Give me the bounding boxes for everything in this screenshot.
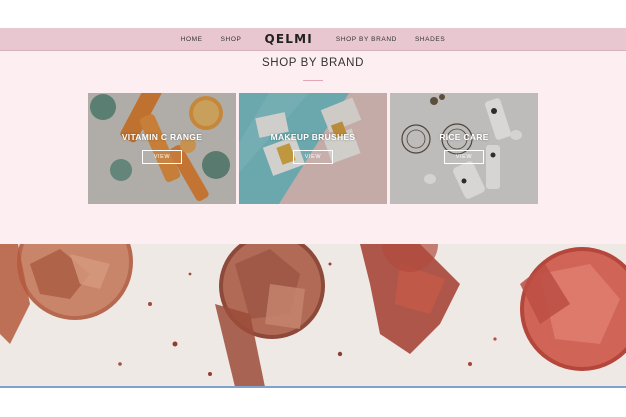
crushed-powder-photo	[0, 244, 626, 387]
makeup-brushes-product-photo	[239, 93, 387, 204]
shop-by-brand-section: SHOP BY BRAND VITAMIN C RANGE VIEW MAKEU…	[0, 51, 626, 244]
nav-shop-link[interactable]: SHOP	[221, 36, 242, 43]
brand-logo[interactable]: QELMI	[264, 32, 312, 46]
card-rice-care[interactable]: RICE CARE VIEW	[390, 93, 538, 204]
card-label: MAKEUP BRUSHES	[270, 132, 356, 142]
card-makeup-brushes[interactable]: MAKEUP BRUSHES VIEW	[239, 93, 387, 204]
card-label: VITAMIN C RANGE	[121, 132, 203, 142]
view-button[interactable]: VIEW	[293, 150, 333, 164]
title-divider	[303, 80, 323, 81]
section-title: SHOP BY BRAND	[262, 57, 364, 69]
view-button[interactable]: VIEW	[444, 150, 484, 164]
nav-shop-by-brand-link[interactable]: SHOP BY BRAND	[336, 36, 397, 43]
view-button[interactable]: VIEW	[142, 150, 182, 164]
vitamin-c-product-photo	[88, 93, 236, 204]
crushed-powder-banner	[0, 244, 626, 387]
top-navbar: HOME SHOP QELMI SHOP BY BRAND SHADES	[0, 28, 626, 51]
page: HOME SHOP QELMI SHOP BY BRAND SHADES SHO…	[0, 0, 626, 417]
nav-shades-link[interactable]: SHADES	[415, 36, 445, 43]
bottom-whitespace	[0, 388, 626, 417]
nav-home-link[interactable]: HOME	[181, 36, 203, 43]
top-whitespace	[0, 0, 626, 28]
card-vitamin-c-range[interactable]: VITAMIN C RANGE VIEW	[88, 93, 236, 204]
card-label: RICE CARE	[439, 132, 489, 142]
rice-care-product-photo	[390, 93, 538, 204]
